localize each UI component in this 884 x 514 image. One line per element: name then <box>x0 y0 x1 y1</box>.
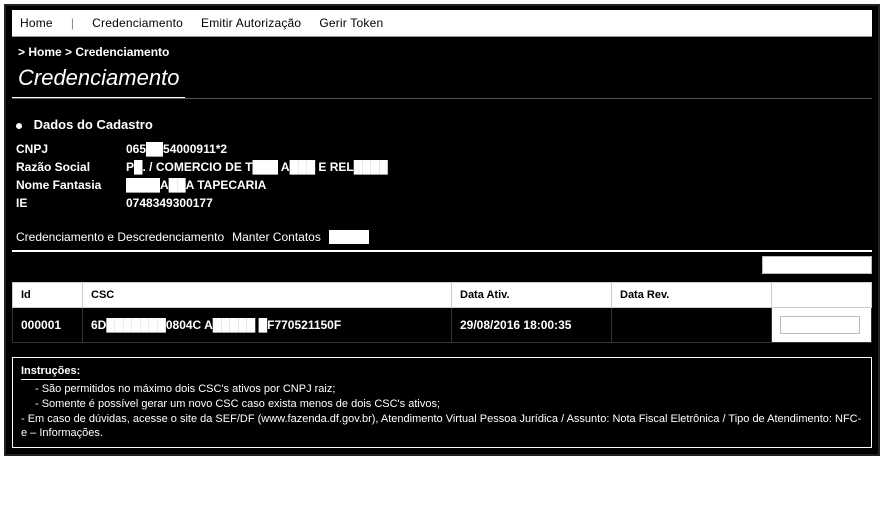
nav-emitir[interactable]: Emitir Autorização <box>201 16 301 30</box>
novo-csc-button[interactable] <box>762 256 872 274</box>
label-razao: Razão Social <box>16 160 116 174</box>
col-csc: CSC <box>83 283 452 308</box>
instruction-line: - Somente é possível gerar um novo CSC c… <box>21 397 863 412</box>
label-ie: IE <box>16 196 116 210</box>
instructions-box: Instruções: - São permitidos no máximo d… <box>12 357 872 448</box>
row-cnpj: CNPJ 065██54000911*2 <box>12 140 872 158</box>
col-data-ativ: Data Ativ. <box>452 283 612 308</box>
value-fantasia: ████A██A TAPECARIA <box>126 178 266 192</box>
table-header-row: Id CSC Data Ativ. Data Rev. <box>13 283 872 308</box>
cell-action <box>772 308 872 343</box>
tab-bar: Credenciamento e Descredenciamento Mante… <box>12 224 872 252</box>
cell-id: 000001 <box>13 308 83 343</box>
label-fantasia: Nome Fantasia <box>16 178 116 192</box>
value-razao: P█. / COMERCIO DE T███ A███ E REL████ <box>126 160 388 174</box>
nav-sep: | <box>71 16 74 30</box>
nav-gerir[interactable]: Gerir Token <box>319 16 383 30</box>
cell-csc: 6D███████0804C A█████ █F770521150F <box>83 308 452 343</box>
label-cnpj: CNPJ <box>16 142 116 156</box>
cell-data-ativ: 29/08/2016 18:00:35 <box>452 308 612 343</box>
instruction-line: - São permitidos no máximo dois CSC's at… <box>21 382 863 397</box>
nav-credenciamento[interactable]: Credenciamento <box>92 16 183 30</box>
cell-data-rev <box>612 308 772 343</box>
footer-link[interactable] <box>12 343 872 357</box>
toolbar <box>12 252 872 280</box>
instruction-line: - Em caso de dúvidas, acesse o site da S… <box>21 412 863 442</box>
tab-extra[interactable] <box>329 230 369 244</box>
tab-cred-descred[interactable]: Credenciamento e Descredenciamento <box>16 230 224 244</box>
bullet-icon <box>16 123 22 129</box>
page-title: Credenciamento <box>12 63 185 98</box>
revogar-button[interactable] <box>780 316 860 334</box>
section-title-text: Dados do Cadastro <box>34 117 153 132</box>
col-action <box>772 283 872 308</box>
tab-manter-contatos[interactable]: Manter Contatos <box>232 230 321 244</box>
breadcrumb: > Home > Credenciamento <box>12 37 872 63</box>
instructions-heading: Instruções: <box>21 364 80 380</box>
row-ie: IE 0748349300177 <box>12 194 872 212</box>
table-row: 000001 6D███████0804C A█████ █F770521150… <box>13 308 872 343</box>
row-razao: Razão Social P█. / COMERCIO DE T███ A███… <box>12 158 872 176</box>
col-data-rev: Data Rev. <box>612 283 772 308</box>
top-nav: Home | Credenciamento Emitir Autorização… <box>12 10 872 37</box>
value-cnpj: 065██54000911*2 <box>126 142 227 156</box>
value-ie: 0748349300177 <box>126 196 213 210</box>
row-fantasia: Nome Fantasia ████A██A TAPECARIA <box>12 176 872 194</box>
col-id: Id <box>13 283 83 308</box>
csc-table: Id CSC Data Ativ. Data Rev. 000001 6D███… <box>12 282 872 343</box>
nav-home[interactable]: Home <box>20 16 53 30</box>
section-header: Dados do Cadastro <box>12 111 872 140</box>
